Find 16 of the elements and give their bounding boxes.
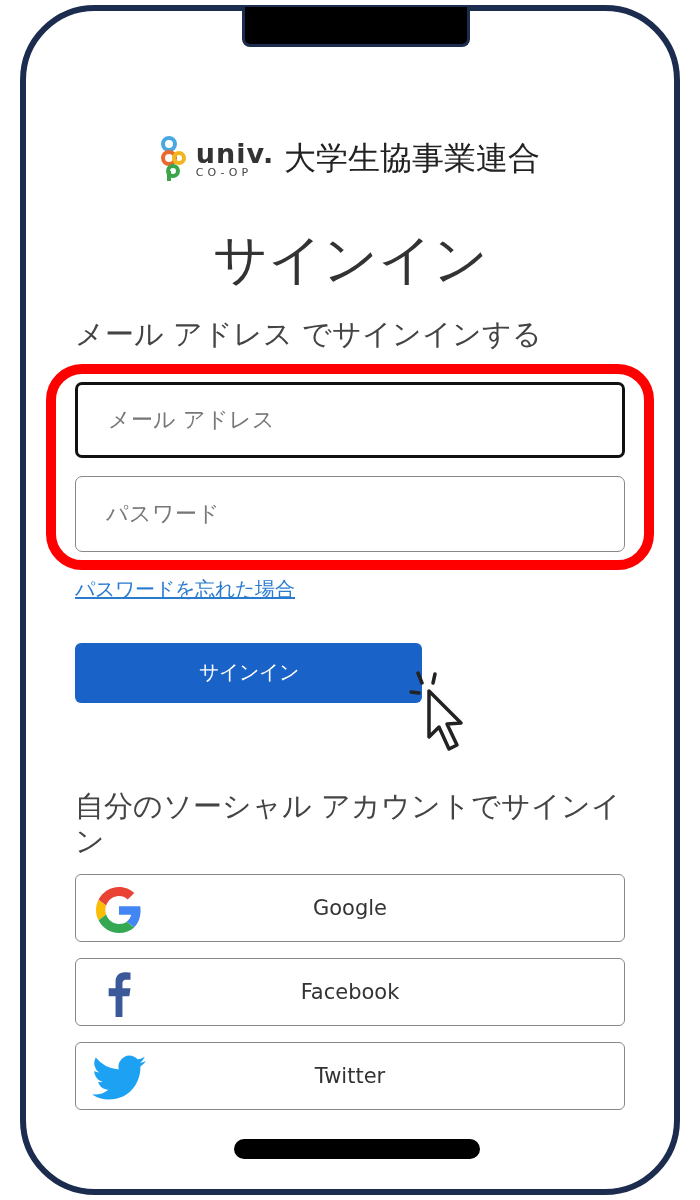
forgot-password-link[interactable]: パスワードを忘れた場合 [75, 575, 295, 603]
sign-in-button[interactable]: サインイン [75, 642, 422, 703]
page-title: サインイン [211, 227, 489, 293]
input-field[interactable]: パスワード [75, 475, 625, 552]
bird-icon [92, 1055, 146, 1102]
organization-name: 大学生協事業連合 [284, 138, 541, 179]
google-icon [96, 887, 142, 934]
social-heading: 自分のソーシャル アカウントでサインイン [75, 788, 623, 859]
email-heading: メール アドレス でサインインする [75, 317, 544, 352]
social-sign-in-button[interactable]: Twitter [75, 1042, 625, 1111]
logo-wordmark: univ. [195, 140, 275, 167]
logo-subtext: CO-OP [195, 167, 253, 178]
social-sign-in-button[interactable]: Facebook [75, 958, 625, 1027]
input-field[interactable]: メール アドレス [75, 381, 625, 458]
social-sign-in-button[interactable]: Google [75, 874, 625, 943]
logo-icon [159, 136, 186, 182]
